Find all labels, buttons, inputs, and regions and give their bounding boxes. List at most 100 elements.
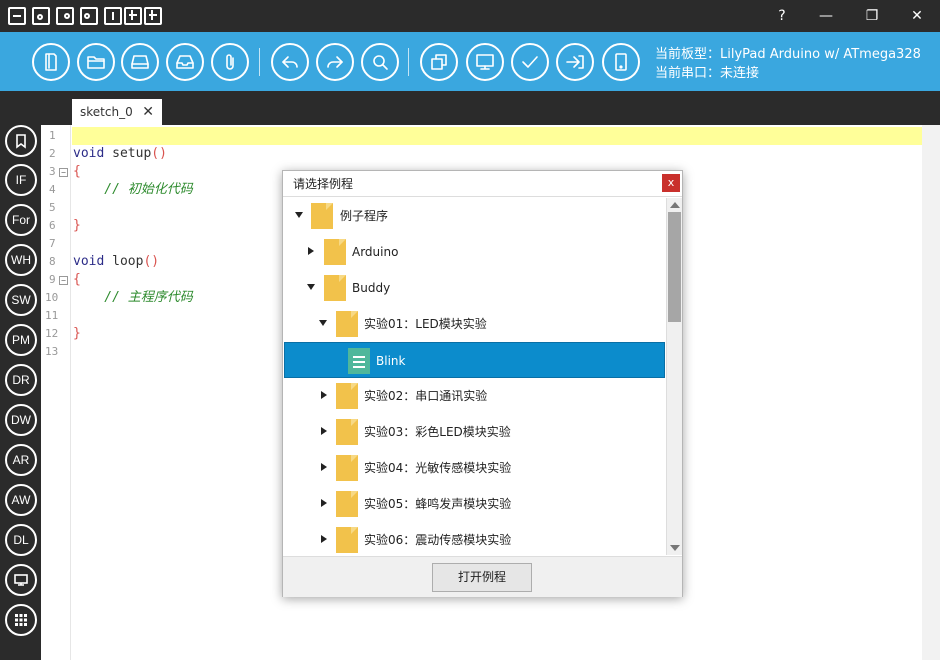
folder-icon (336, 383, 358, 409)
collapse-arrow-icon[interactable] (321, 535, 327, 543)
logo-icon-1[interactable] (8, 7, 26, 25)
function-name: setup (104, 146, 152, 161)
minimize-button[interactable]: — (804, 0, 848, 32)
if-block-button[interactable]: IF (5, 164, 37, 196)
tree-node-blink[interactable]: Blink (284, 342, 665, 378)
logo-icon-2[interactable] (32, 7, 50, 25)
search-button[interactable] (361, 43, 399, 81)
new-file-button[interactable] (32, 43, 70, 81)
tree-node-arduino[interactable]: Arduino (284, 234, 665, 270)
tablet-icon (615, 53, 627, 71)
restore-button[interactable]: ❐ (850, 0, 894, 32)
expand-arrow-icon[interactable] (319, 320, 327, 326)
open-example-button[interactable]: 打开例程 (432, 563, 532, 592)
line-number: 5 (49, 201, 56, 214)
open-folder-button[interactable] (77, 43, 115, 81)
fold-toggle-icon[interactable]: − (59, 276, 68, 285)
upload-button[interactable] (556, 43, 594, 81)
analogwrite-block-button[interactable]: AW (5, 484, 37, 516)
more-blocks-button[interactable] (5, 604, 37, 636)
tab-sketch[interactable]: sketch_0 ✕ (72, 99, 162, 125)
tree-node-buddy[interactable]: Buddy (284, 270, 665, 306)
fold-toggle-icon[interactable]: − (59, 168, 68, 177)
dialog-footer: 打开例程 (283, 556, 682, 597)
monitor-icon (14, 574, 28, 586)
tree-scrollbar[interactable] (666, 198, 682, 555)
code-line: { (73, 164, 81, 179)
expand-arrow-icon[interactable] (295, 212, 303, 218)
collapse-arrow-icon[interactable] (308, 247, 314, 255)
folder-icon (324, 239, 346, 265)
tree-node-exp03[interactable]: 实验03：彩色LED模块实验 (284, 414, 665, 450)
tree-node-exp04[interactable]: 实验04：光敏传感模块实验 (284, 450, 665, 486)
scroll-up-icon[interactable] (670, 202, 680, 208)
tree-node-exp05[interactable]: 实验05：蜂鸣发声模块实验 (284, 486, 665, 522)
scroll-thumb[interactable] (668, 212, 681, 322)
folder-icon (324, 275, 346, 301)
line-number: 9 (49, 273, 56, 286)
scroll-down-icon[interactable] (670, 545, 680, 551)
redo-icon (327, 56, 343, 68)
parens: () (143, 254, 160, 269)
tree-node-label: Blink (376, 354, 406, 368)
tree-node-exp02[interactable]: 实验02：串口通讯实验 (284, 378, 665, 414)
title-bar: ? — ❐ ✕ (0, 0, 940, 32)
undo-button[interactable] (271, 43, 309, 81)
help-button[interactable]: ? (760, 0, 804, 32)
save-button[interactable] (121, 43, 159, 81)
line-number: 8 (49, 255, 56, 268)
save-as-button[interactable] (166, 43, 204, 81)
serial-block-button[interactable] (5, 564, 37, 596)
bookmark-block-button[interactable] (5, 125, 37, 157)
current-board-label: 当前板型：LilyPad Arduino w/ ATmega328 (655, 47, 921, 62)
verify-button[interactable] (511, 43, 549, 81)
block-sidebar: IF For WH SW PM DR DW AR AW DL (0, 91, 41, 660)
example-dialog: 请选择例程 x 例子程序 Arduino Buddy 实验01：LED模块实验 … (282, 170, 683, 597)
collapse-arrow-icon[interactable] (321, 463, 327, 471)
keyword: void (73, 146, 105, 161)
while-block-button[interactable]: WH (5, 244, 37, 276)
redo-button[interactable] (316, 43, 354, 81)
code-line: void setup() (73, 145, 167, 163)
check-icon (522, 56, 538, 68)
digitalwrite-block-button[interactable]: DW (5, 404, 37, 436)
collapse-arrow-icon[interactable] (321, 391, 327, 399)
tree-node-exp06[interactable]: 实验06：震动传感模块实验 (284, 522, 665, 554)
add-icon-2[interactable] (144, 7, 162, 25)
logo-icon-3[interactable] (56, 7, 74, 25)
line-number: 3 (49, 165, 56, 178)
tree-node-label: 实验05：蜂鸣发声模块实验 (364, 497, 512, 511)
line-number: 6 (49, 219, 56, 232)
add-icon-1[interactable] (124, 7, 142, 25)
attach-button[interactable] (211, 43, 249, 81)
new-file-icon (45, 53, 57, 71)
code-comment: // 主程序代码 (73, 290, 193, 305)
example-tree: 例子程序 Arduino Buddy 实验01：LED模块实验 Blink 实验… (284, 198, 665, 554)
code-line: } (73, 218, 81, 233)
analogread-block-button[interactable]: AR (5, 444, 37, 476)
switch-block-button[interactable]: SW (5, 284, 37, 316)
tree-node-examples[interactable]: 例子程序 (284, 198, 665, 234)
folder-icon (336, 311, 358, 337)
parens: () (151, 146, 167, 161)
editor-scrollbar[interactable] (922, 125, 940, 660)
toolbar: 当前板型：LilyPad Arduino w/ ATmega328 当前串口：未… (0, 32, 940, 91)
for-block-button[interactable]: For (5, 204, 37, 236)
tree-node-exp01[interactable]: 实验01：LED模块实验 (284, 306, 665, 342)
copy-button[interactable] (420, 43, 458, 81)
search-icon (373, 55, 388, 70)
dialog-close-button[interactable]: x (662, 174, 680, 192)
close-window-button[interactable]: ✕ (895, 0, 939, 32)
collapse-arrow-icon[interactable] (321, 499, 327, 507)
tab-close-icon[interactable]: ✕ (142, 99, 154, 125)
logo-icon-4[interactable] (80, 7, 98, 25)
delay-block-button[interactable]: DL (5, 524, 37, 556)
expand-arrow-icon[interactable] (307, 284, 315, 290)
pinmode-block-button[interactable]: PM (5, 324, 37, 356)
device-button[interactable] (602, 43, 640, 81)
digitalread-block-button[interactable]: DR (5, 364, 37, 396)
collapse-arrow-icon[interactable] (321, 427, 327, 435)
serial-monitor-button[interactable] (466, 43, 504, 81)
undo-icon (282, 56, 298, 68)
logo-icon-5[interactable] (104, 7, 122, 25)
